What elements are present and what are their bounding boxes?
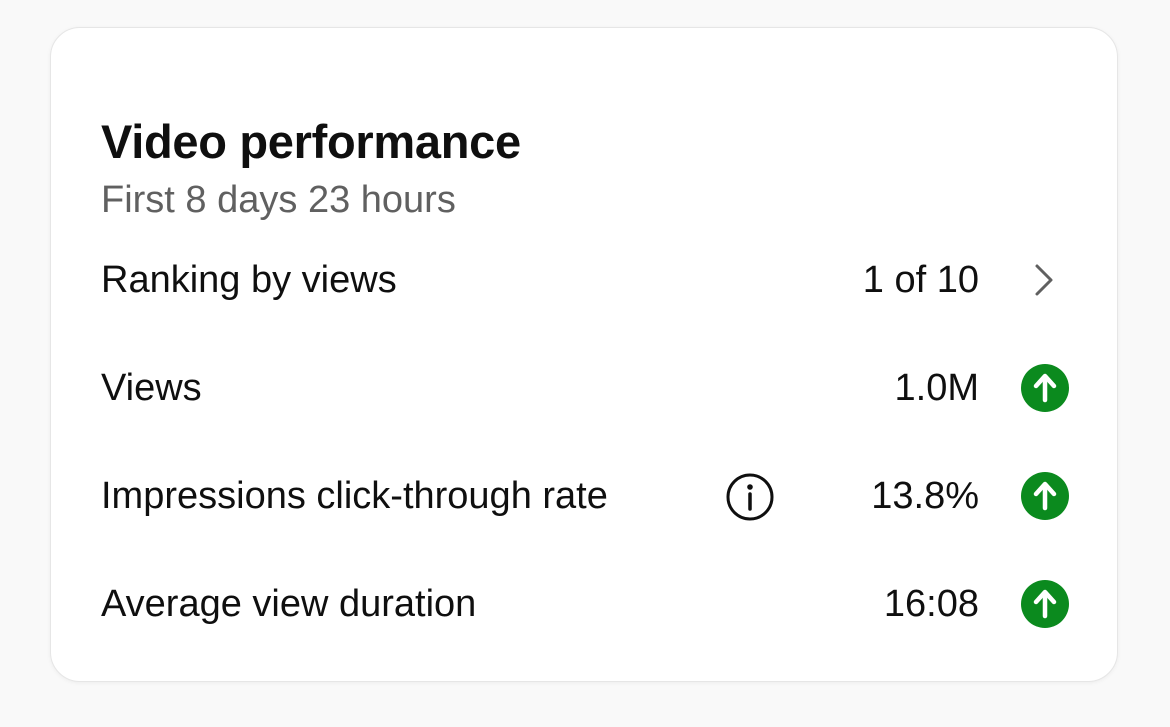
views-value: 1.0M — [894, 367, 979, 409]
arrow-up-circle-icon — [1021, 364, 1069, 412]
ranking-row[interactable]: Ranking by views 1 of 10 — [101, 250, 1069, 310]
info-icon[interactable] — [725, 472, 775, 522]
arrow-up-circle-icon — [1021, 580, 1069, 628]
ranking-label: Ranking by views — [101, 259, 397, 301]
avg-duration-value: 16:08 — [883, 583, 979, 625]
chevron-right-icon[interactable] — [1033, 262, 1055, 298]
ctr-label: Impressions click-through rate — [101, 475, 608, 517]
avg-duration-row: Average view duration 16:08 — [101, 574, 1069, 634]
ranking-value: 1 of 10 — [862, 259, 979, 301]
arrow-up-circle-icon — [1021, 472, 1069, 520]
ctr-value: 13.8% — [871, 475, 979, 517]
card-title: Video performance — [101, 115, 521, 168]
video-performance-card: Video performance First 8 days 23 hours … — [50, 27, 1118, 682]
avg-duration-label: Average view duration — [101, 583, 477, 625]
views-row: Views 1.0M — [101, 358, 1069, 418]
card-subtitle: First 8 days 23 hours — [101, 179, 456, 221]
views-label: Views — [101, 367, 202, 409]
ctr-row: Impressions click-through rate 13.8% — [101, 466, 1069, 526]
